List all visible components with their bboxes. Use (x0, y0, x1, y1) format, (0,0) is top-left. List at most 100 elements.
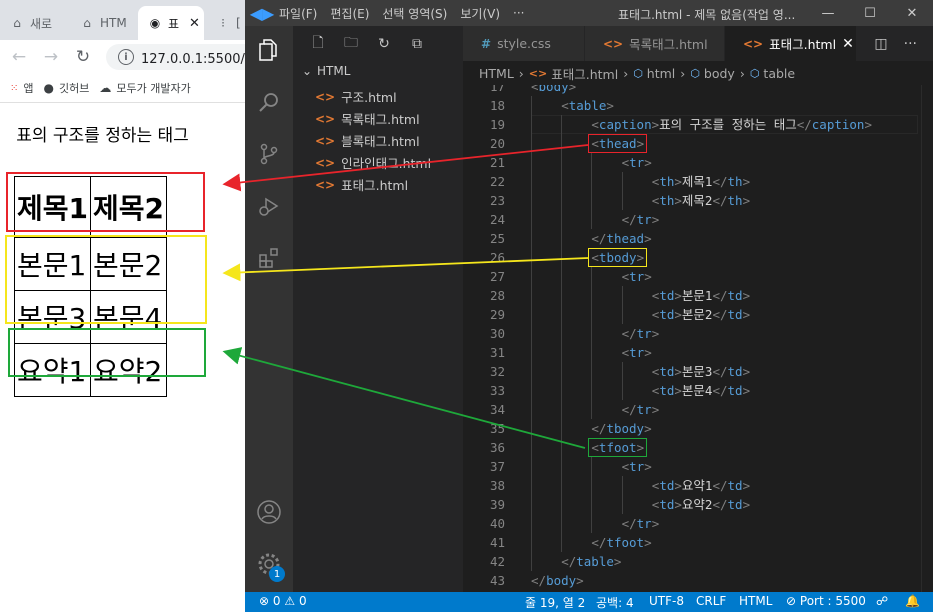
close-tab-icon[interactable]: ✕ (842, 36, 854, 52)
tab-list-tag[interactable]: <> 목록태그.html (585, 26, 725, 61)
settings-gear-icon[interactable]: 1 (245, 540, 293, 588)
code-token: </ (591, 535, 607, 550)
breadcrumb-item[interactable]: HTML (479, 66, 514, 81)
code-line[interactable]: 24 </tr> (463, 210, 933, 229)
split-editor-icon[interactable]: ◫ (874, 36, 887, 52)
code-line[interactable]: 29 <td>본문2</td> (463, 305, 933, 324)
menu-view[interactable]: 보기(V) (460, 5, 500, 22)
file-item[interactable]: <> 표태그.html (315, 175, 408, 194)
code-line[interactable]: 21 <tr> (463, 153, 933, 172)
live-server-port[interactable]: ⊘ Port : 5500 (786, 594, 866, 608)
more-actions-icon[interactable]: ··· (904, 36, 917, 52)
search-icon[interactable] (245, 78, 293, 126)
code-line[interactable]: 17 <body> (463, 85, 933, 96)
code-line[interactable]: 36 <tfoot> (463, 438, 933, 457)
code-line[interactable]: 28 <td>본문1</td> (463, 286, 933, 305)
encoding[interactable]: UTF-8 (649, 594, 684, 608)
code-line[interactable]: 27 <tr> (463, 267, 933, 286)
html-file-icon: <> (315, 155, 336, 170)
code-line[interactable]: 30 </tr> (463, 324, 933, 343)
back-arrow-icon[interactable]: ← (6, 44, 32, 70)
code-line[interactable]: 25 </thead> (463, 229, 933, 248)
code-line[interactable]: 33 <td>본문4</td> (463, 381, 933, 400)
code-line[interactable]: 18 <table> (463, 96, 933, 115)
line-number: 42 (489, 554, 505, 569)
menu-file[interactable]: 파일(F) (279, 5, 317, 22)
indent-guide (621, 476, 623, 495)
close-tab-icon[interactable]: ✕ (189, 16, 200, 31)
breadcrumb-item[interactable]: 표태그.html (551, 64, 618, 83)
address-bar[interactable]: i 127.0.0.1:5500/표 (106, 44, 245, 70)
code-token: </ (712, 497, 728, 512)
cursor-position[interactable]: 줄 19, 열 2 (525, 594, 585, 611)
menu-more[interactable]: ··· (513, 6, 524, 20)
browser-tab-active[interactable]: ◉ 표 ✕ (138, 6, 204, 40)
code-token: table (576, 554, 614, 569)
code-line[interactable]: 19 <caption>표의 구조를 정하는 태그</caption> (463, 115, 933, 134)
tab-style-css[interactable]: # style.css (463, 26, 585, 61)
code-line[interactable]: 37 <tr> (463, 457, 933, 476)
minimize-icon[interactable]: — (807, 0, 849, 26)
code-text: <td>요약2</td> (652, 495, 750, 514)
indent-guide (531, 533, 532, 552)
collapse-all-icon[interactable]: ⧉ (409, 36, 425, 52)
bookmark-github[interactable]: ● 깃허브 (44, 80, 90, 96)
info-icon[interactable]: i (118, 49, 134, 65)
line-ending[interactable]: CRLF (696, 594, 726, 608)
explorer-icon[interactable] (245, 26, 293, 74)
run-debug-icon[interactable] (245, 182, 293, 230)
menu-selection[interactable]: 선택 영역(S) (382, 5, 447, 22)
editor-scrollbar[interactable] (921, 85, 933, 592)
maximize-icon[interactable]: ☐ (849, 0, 891, 26)
code-line[interactable]: 34 </tr> (463, 400, 933, 419)
code-editor[interactable]: 17 <body> 18 <table> 19 <caption>표의 구조를 정하는 태… (463, 85, 933, 592)
code-line[interactable]: 20 <thead> (463, 134, 933, 153)
file-item[interactable]: <> 인라인태그.html (315, 153, 431, 172)
tab-table-tag[interactable]: <> 표태그.html ✕ (725, 26, 857, 61)
extensions-icon[interactable] (245, 234, 293, 282)
breadcrumb-item[interactable]: body (704, 66, 735, 81)
code-line[interactable]: 26 <tbody> (463, 248, 933, 267)
code-line[interactable]: 39 <td>요약2</td> (463, 495, 933, 514)
language-mode[interactable]: HTML (739, 594, 772, 608)
code-line[interactable]: 40 </tr> (463, 514, 933, 533)
indent-guide (591, 400, 593, 419)
line-number: 29 (489, 307, 505, 322)
refresh-icon[interactable]: ↻ (376, 36, 392, 52)
file-item[interactable]: <> 목록태그.html (315, 109, 420, 128)
code-token: td (659, 478, 675, 493)
breadcrumb-item[interactable]: table (763, 66, 795, 81)
code-line[interactable]: 22 <th>제목1</th> (463, 172, 933, 191)
account-icon[interactable] (245, 488, 293, 536)
source-control-icon[interactable] (245, 130, 293, 178)
breadcrumb-item[interactable]: html (647, 66, 675, 81)
reload-icon[interactable]: ↻ (70, 44, 96, 70)
feedback-icon[interactable]: ☍ (876, 594, 888, 608)
browser-tab-html[interactable]: ⌂ HTM (70, 6, 136, 40)
code-line[interactable]: 31 <tr> (463, 343, 933, 362)
notifications-bell-icon[interactable]: 🔔 (905, 594, 920, 608)
code-line[interactable]: 38 <td>요약1</td> (463, 476, 933, 495)
problems-indicator[interactable]: ⊗ 0 ⚠ 0 (259, 594, 307, 608)
new-folder-icon[interactable]: 🗀 (343, 35, 359, 52)
close-window-icon[interactable]: ✕ (891, 0, 933, 26)
forward-arrow-icon[interactable]: → (38, 44, 64, 70)
indentation[interactable]: 공백: 4 (596, 594, 634, 611)
code-line[interactable]: 41 </tfoot> (463, 533, 933, 552)
folder-html[interactable]: ⌄ HTML (293, 64, 350, 78)
browser-tab-new[interactable]: ⌂ 새로 (0, 6, 70, 40)
bookmark-everyone-developer[interactable]: ☁ 모두가 개발자가 (99, 80, 190, 96)
new-file-icon[interactable]: 🗋 (310, 35, 326, 52)
menu-edit[interactable]: 편집(E) (330, 5, 369, 22)
code-line[interactable]: 32 <td>본문3</td> (463, 362, 933, 381)
code-line[interactable]: 23 <th>제목2</th> (463, 191, 933, 210)
file-item[interactable]: <> 구조.html (315, 87, 397, 106)
line-number: 19 (489, 117, 505, 132)
code-line[interactable]: 42 </table> (463, 552, 933, 571)
browser-tab-other[interactable]: ⁝ [ (206, 6, 245, 40)
code-line[interactable]: 43 </body> (463, 571, 933, 590)
code-line[interactable]: 35 </tbody> (463, 419, 933, 438)
file-item[interactable]: <> 블록태그.html (315, 131, 420, 150)
bookmark-apps[interactable]: ⁙ 앱 (10, 80, 34, 96)
code-token: 본문2 (681, 307, 713, 322)
